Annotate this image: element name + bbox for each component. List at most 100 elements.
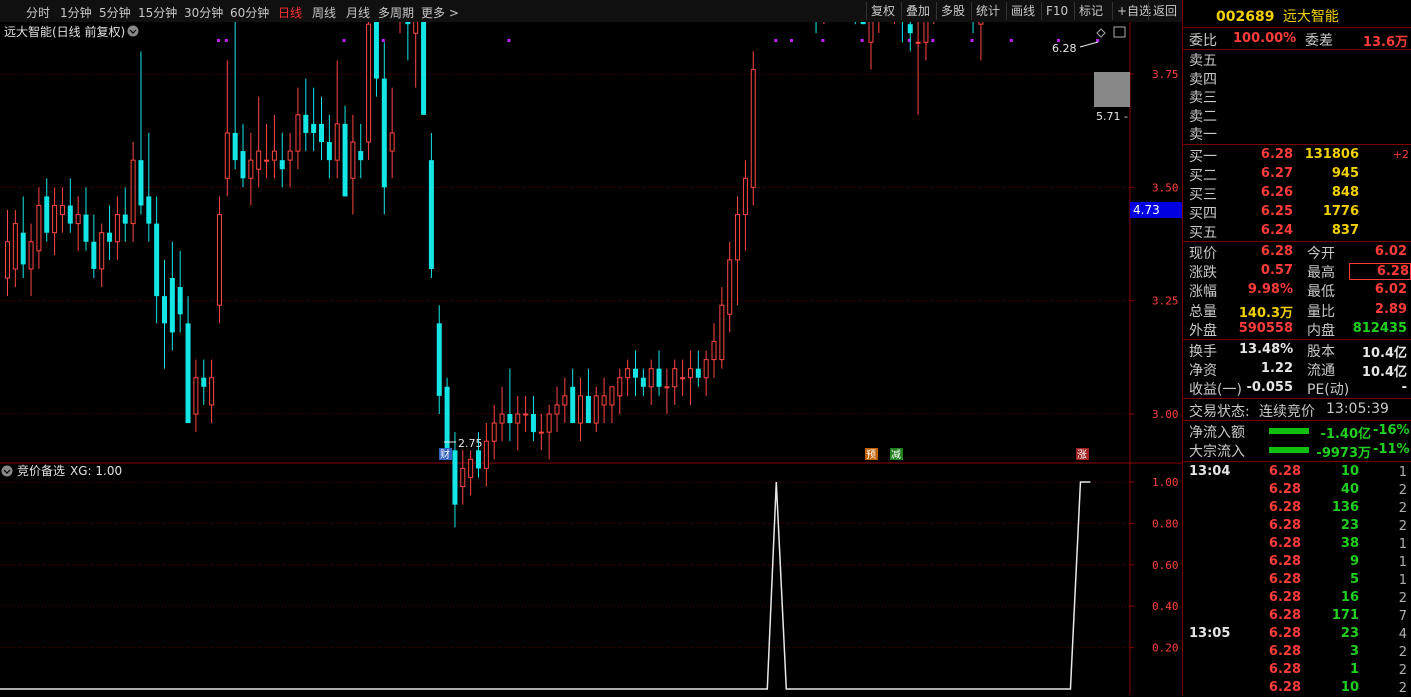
tick-volume: 5 — [1349, 572, 1359, 587]
toolbar-btn-4[interactable]: 画线 — [1006, 2, 1039, 20]
tick-price: 6.28 — [1268, 464, 1301, 479]
tick-row[interactable]: 6.28 1 2 — [1183, 661, 1411, 679]
period-2[interactable]: 5分钟 — [99, 4, 131, 21]
chart-menu-icon[interactable] — [127, 25, 139, 37]
flow-bar — [1269, 447, 1310, 453]
tick-volume: 1 — [1349, 662, 1359, 677]
tick-count: 1 — [1398, 465, 1407, 480]
candle — [366, 22, 372, 161]
stat-value: 6.02 — [1374, 244, 1407, 259]
sub-tick-label: 0.40 — [1152, 600, 1179, 613]
toolbar-btn-3[interactable]: 统计 — [971, 2, 1004, 20]
fin-label: 流通 — [1307, 363, 1335, 379]
toolbar-btn-6[interactable]: 标记 — [1074, 2, 1107, 20]
tick-row[interactable]: 6.28 3 2 — [1183, 643, 1411, 661]
signal-marker — [860, 39, 864, 42]
toolbar-btn-5[interactable]: F10 — [1041, 2, 1072, 20]
stat-label: 涨跌 — [1189, 265, 1217, 282]
tick-row[interactable]: 13:04 6.28 10 1 — [1183, 463, 1411, 481]
fin-label: 换手 — [1189, 344, 1217, 360]
sub-menu-icon[interactable] — [1, 465, 13, 477]
period-0[interactable]: 分时 — [26, 4, 50, 21]
period-3[interactable]: 15分钟 — [138, 4, 177, 21]
stat-value: 140.3万 — [1238, 305, 1293, 321]
tick-count: 2 — [1398, 591, 1407, 606]
stat-label: 涨幅 — [1189, 284, 1217, 301]
signal-marker — [216, 39, 220, 42]
period-7[interactable]: 周线 — [312, 4, 336, 21]
tick-price: 6.28 — [1268, 572, 1301, 587]
period-4[interactable]: 30分钟 — [184, 4, 223, 21]
fin-value: 13.48% — [1239, 342, 1294, 357]
tick-count: 1 — [1398, 573, 1407, 588]
tick-count: 7 — [1398, 609, 1407, 624]
sub-tick-label: 1.00 — [1152, 476, 1179, 489]
tick-row[interactable]: 6.28 38 1 — [1183, 535, 1411, 553]
price-tick-label: 3.00 — [1152, 408, 1179, 421]
buy-level-price: 6.24 — [1260, 223, 1293, 238]
flow-pct: -11% — [1373, 442, 1410, 457]
tick-price: 6.28 — [1268, 644, 1301, 659]
tick-volume: 23 — [1340, 626, 1359, 641]
weicha-label: 委差 — [1305, 33, 1333, 49]
toolbar-btn-8[interactable]: 返回 — [1148, 2, 1181, 20]
tick-row[interactable]: 6.28 40 2 — [1183, 481, 1411, 499]
price-tick-label: 3.50 — [1152, 181, 1179, 194]
tick-row[interactable]: 6.28 136 2 — [1183, 499, 1411, 517]
event-badge-label: 减 — [891, 449, 901, 461]
stat-value: 6.28 — [1349, 263, 1411, 281]
stat-label: 外盘 — [1189, 322, 1217, 339]
signal-marker — [774, 39, 778, 42]
current-price-tag-label: 4.73 — [1133, 203, 1160, 217]
buy-level-label: 买二 — [1189, 168, 1217, 184]
fin-value: 10.4亿 — [1361, 365, 1407, 380]
candle — [860, 22, 866, 25]
tick-volume: 9 — [1349, 554, 1359, 569]
tick-row[interactable]: 6.28 10 2 — [1183, 679, 1411, 697]
high-price-note: 6.28 — [1052, 42, 1077, 55]
period-toolbar: 分时 1分钟 5分钟 15分钟 30分钟 60分钟 日线 周线 月线 多周期 更多 > 复权 叠加 多股统… — [0, 0, 1182, 23]
fin-label: 收益(一) — [1189, 382, 1242, 398]
stat-label: 最低 — [1307, 284, 1335, 301]
fin-value: 10.4亿 — [1361, 346, 1407, 361]
tick-row[interactable]: 6.28 9 1 — [1183, 553, 1411, 571]
sell-level-label: 卖四 — [1189, 71, 1217, 88]
tick-row[interactable]: 6.28 23 2 — [1183, 517, 1411, 535]
tick-count: 4 — [1398, 627, 1407, 642]
sub-tick-label: 0.60 — [1152, 559, 1179, 572]
kline-chart[interactable]: 6.005.755.505.255.004.754.504.254.003.75… — [0, 22, 1182, 695]
tick-volume: 38 — [1340, 536, 1359, 551]
period-5[interactable]: 60分钟 — [230, 4, 269, 21]
period-8[interactable]: 月线 — [346, 4, 370, 21]
signal-marker — [931, 39, 935, 42]
tick-price: 6.28 — [1268, 536, 1301, 551]
stat-label: 今开 — [1307, 246, 1335, 262]
price-tick-label: 3.25 — [1152, 295, 1179, 308]
tick-volume: 3 — [1349, 644, 1359, 659]
period-9[interactable]: 多周期 — [378, 4, 414, 21]
event-badge-label: 涨 — [1077, 449, 1087, 461]
flow-value: -9973万 — [1316, 446, 1371, 461]
toolbar-btn-0[interactable]: 复权 — [866, 2, 899, 20]
period-10[interactable]: 更多 > — [421, 4, 459, 21]
period-1[interactable]: 1分钟 — [60, 4, 92, 21]
stat-value: 590558 — [1238, 320, 1293, 336]
tick-row[interactable]: 13:05 6.28 23 4 — [1183, 625, 1411, 643]
period-6[interactable]: 日线 — [278, 4, 302, 21]
signal-marker — [381, 39, 385, 42]
tick-count: 2 — [1398, 645, 1407, 660]
sub-chart-value: XG: 1.00 — [70, 464, 122, 478]
tick-count: 2 — [1398, 483, 1407, 498]
toolbar-btn-2[interactable]: 多股 — [936, 2, 969, 20]
signal-marker — [1096, 39, 1100, 42]
tick-row[interactable]: 6.28 171 7 — [1183, 607, 1411, 625]
stat-value: 0.57 — [1260, 263, 1293, 279]
tick-row[interactable]: 6.28 16 2 — [1183, 589, 1411, 607]
toolbar-btn-1[interactable]: 叠加 — [901, 2, 934, 20]
flow-label: 大宗流入 — [1189, 444, 1245, 460]
chart-bg — [0, 22, 1182, 695]
fin-value: -0.055 — [1246, 380, 1293, 395]
tick-row[interactable]: 6.28 5 1 — [1183, 571, 1411, 589]
stock-name: 远大智能 — [1282, 9, 1339, 25]
signal-marker — [821, 39, 825, 42]
